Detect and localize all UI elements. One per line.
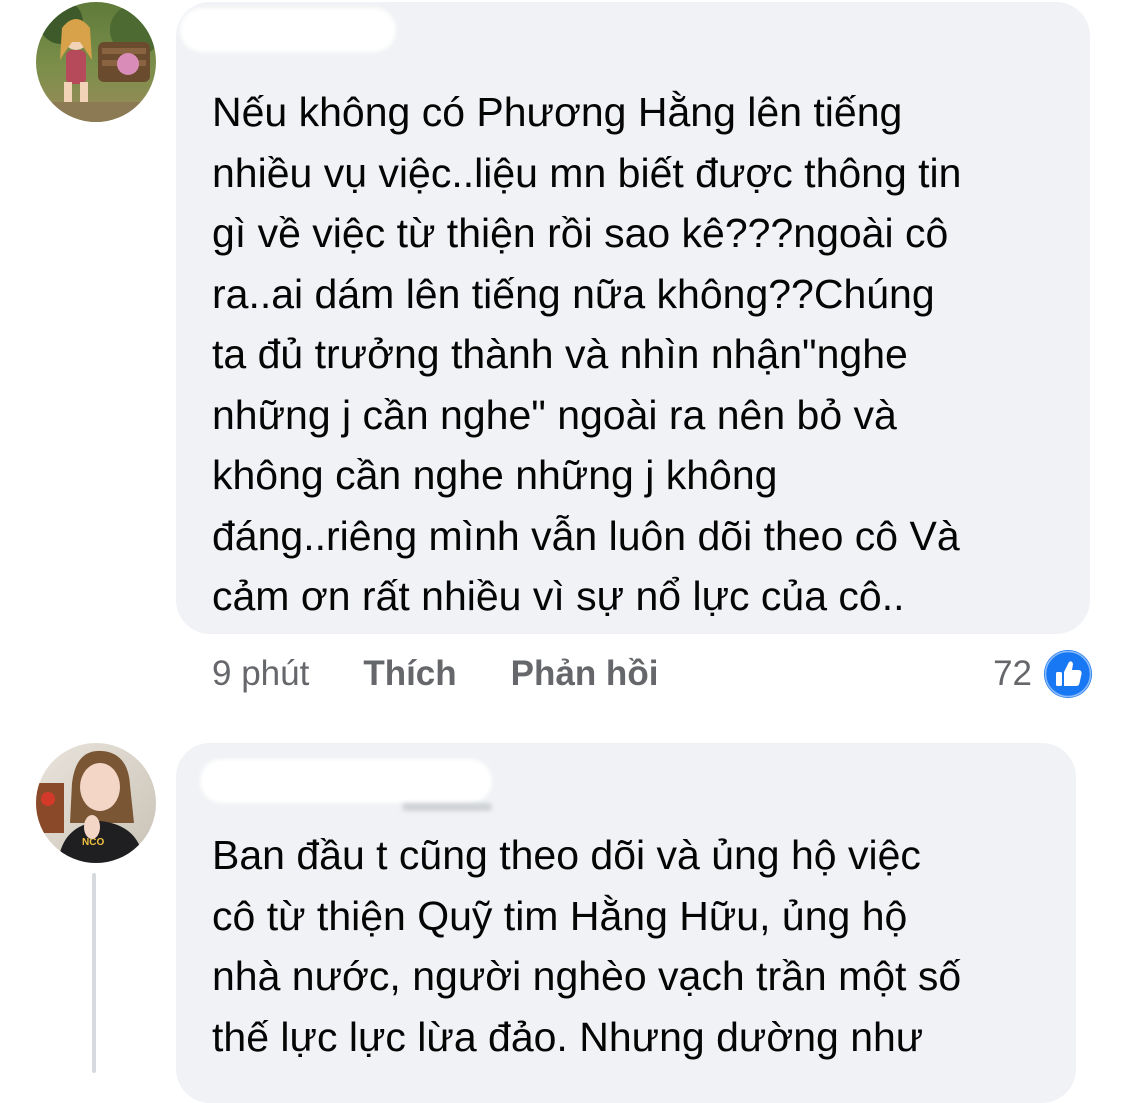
reply-button[interactable]: Phản hồi bbox=[511, 654, 659, 694]
author-name-underline bbox=[402, 803, 492, 811]
user-avatar-icon: NCO bbox=[36, 743, 156, 863]
avatar[interactable]: NCO bbox=[36, 743, 156, 863]
comment-bubble: Nếu không có Phương Hằng lên tiếng nhiều… bbox=[176, 2, 1090, 634]
comment-text: Ban đầu t cũng theo dõi và ủng hộ việc c… bbox=[212, 832, 962, 1060]
author-name[interactable] bbox=[180, 8, 396, 52]
comment-text: Nếu không có Phương Hằng lên tiếng nhiều… bbox=[212, 89, 962, 619]
thread-line bbox=[92, 873, 96, 1073]
avatar[interactable] bbox=[36, 2, 156, 122]
comment: Nếu không có Phương Hằng lên tiếng nhiều… bbox=[0, 0, 1125, 720]
like-reaction-icon bbox=[1044, 650, 1092, 698]
comment-actions: 9 phút Thích Phản hồi bbox=[212, 648, 712, 700]
comment-bubble: Ban đầu t cũng theo dõi và ủng hộ việc c… bbox=[176, 743, 1076, 1103]
author-name[interactable] bbox=[200, 759, 492, 803]
reaction-summary[interactable]: 72 bbox=[993, 648, 1092, 700]
reaction-count: 72 bbox=[993, 654, 1032, 693]
timestamp[interactable]: 9 phút bbox=[212, 654, 309, 694]
user-avatar-icon bbox=[36, 2, 156, 122]
like-button[interactable]: Thích bbox=[363, 654, 456, 694]
comment: NCO Ban đầu t cũng theo dõi và ủng hộ vi… bbox=[0, 735, 1125, 1103]
